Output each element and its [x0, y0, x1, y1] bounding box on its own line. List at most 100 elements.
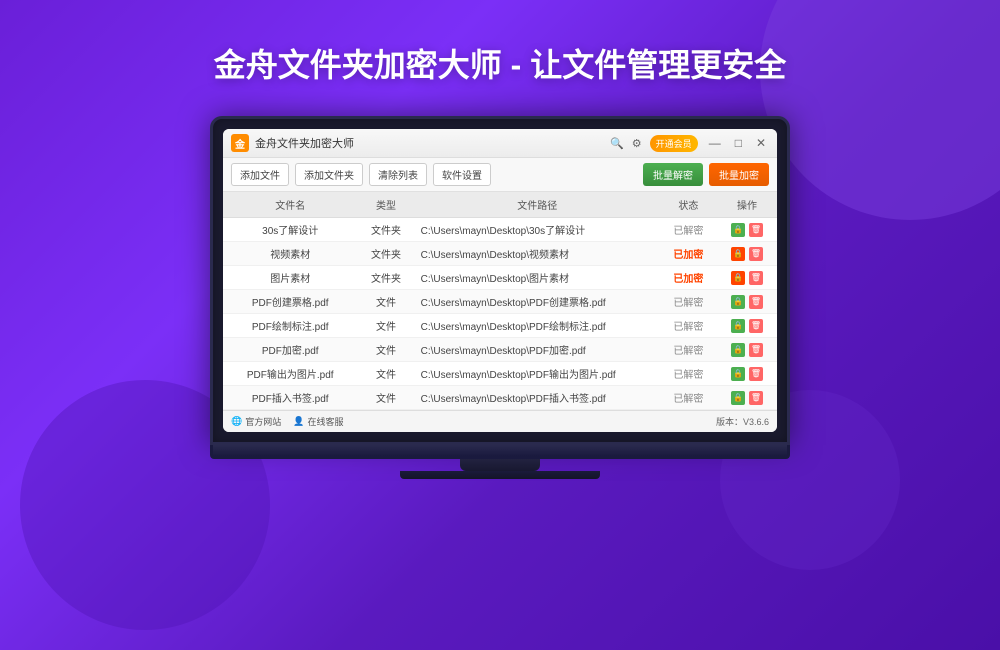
- table-row: PDF插入书签.pdf 文件 C:\Users\mayn\Desktop\PDF…: [223, 386, 777, 410]
- table-row: PDF创建票格.pdf 文件 C:\Users\mayn\Desktop\PDF…: [223, 290, 777, 314]
- toolbar: 添加文件 添加文件夹 清除列表 软件设置 批量解密 批量加密: [223, 158, 777, 192]
- row-path: C:\Users\mayn\Desktop\PDF插入书签.pdf: [415, 386, 660, 410]
- lock-action-icon[interactable]: 🔒: [731, 343, 745, 357]
- batch-encrypt-button[interactable]: 批量加密: [709, 163, 769, 186]
- maximize-button[interactable]: □: [732, 136, 745, 150]
- delete-action-icon[interactable]: 🗑: [749, 271, 763, 285]
- row-name: PDF创建票格.pdf: [223, 290, 357, 314]
- delete-action-icon[interactable]: 🗑: [749, 223, 763, 237]
- row-status: 已加密: [660, 242, 717, 266]
- delete-action-icon[interactable]: 🗑: [749, 295, 763, 309]
- row-path: C:\Users\mayn\Desktop\30s了解设计: [415, 218, 660, 242]
- row-name: PDF绘制标注.pdf: [223, 314, 357, 338]
- row-type: 文件: [357, 362, 414, 386]
- support-icon: 👤: [293, 416, 304, 427]
- col-type: 类型: [357, 192, 414, 218]
- row-path: C:\Users\mayn\Desktop\图片素材: [415, 266, 660, 290]
- row-actions: 🔒 🗑: [717, 338, 777, 362]
- col-action: 操作: [717, 192, 777, 218]
- title-bar-left: 金 金舟文件夹加密大师: [231, 134, 354, 152]
- table-row: PDF绘制标注.pdf 文件 C:\Users\mayn\Desktop\PDF…: [223, 314, 777, 338]
- vip-badge[interactable]: 开通会员: [650, 135, 698, 152]
- row-type: 文件夹: [357, 242, 414, 266]
- app-window: 金 金舟文件夹加密大师 🔍 ⚙ 开通会员 — □ ✕: [223, 129, 777, 432]
- row-type: 文件夹: [357, 266, 414, 290]
- settings-button[interactable]: 软件设置: [433, 163, 491, 186]
- row-status: 已解密: [660, 362, 717, 386]
- version-label: 版本：V3.6.6: [716, 415, 769, 428]
- laptop-foot: [400, 471, 600, 479]
- delete-action-icon[interactable]: 🗑: [749, 391, 763, 405]
- row-path: C:\Users\mayn\Desktop\PDF创建票格.pdf: [415, 290, 660, 314]
- row-type: 文件: [357, 338, 414, 362]
- row-status: 已解密: [660, 218, 717, 242]
- row-path: C:\Users\mayn\Desktop\PDF输出为图片.pdf: [415, 362, 660, 386]
- row-actions: 🔒 🗑: [717, 290, 777, 314]
- table-row: 图片素材 文件夹 C:\Users\mayn\Desktop\图片素材 已加密 …: [223, 266, 777, 290]
- col-name: 文件名: [223, 192, 357, 218]
- delete-action-icon[interactable]: 🗑: [749, 367, 763, 381]
- row-type: 文件: [357, 290, 414, 314]
- row-path: C:\Users\mayn\Desktop\PDF加密.pdf: [415, 338, 660, 362]
- row-actions: 🔒 🗑: [717, 266, 777, 290]
- row-name: 30s了解设计: [223, 218, 357, 242]
- search-icon: 🔍: [610, 137, 624, 150]
- row-name: PDF加密.pdf: [223, 338, 357, 362]
- lock-action-icon[interactable]: 🔒: [731, 319, 745, 333]
- table-row: 视频素材 文件夹 C:\Users\mayn\Desktop\视频素材 已加密 …: [223, 242, 777, 266]
- row-path: C:\Users\mayn\Desktop\视频素材: [415, 242, 660, 266]
- lock-action-icon[interactable]: 🔒: [731, 367, 745, 381]
- add-file-button[interactable]: 添加文件: [231, 163, 289, 186]
- laptop: 金 金舟文件夹加密大师 🔍 ⚙ 开通会员 — □ ✕: [210, 116, 790, 479]
- row-type: 文件: [357, 314, 414, 338]
- table-row: PDF加密.pdf 文件 C:\Users\mayn\Desktop\PDF加密…: [223, 338, 777, 362]
- row-path: C:\Users\mayn\Desktop\PDF绘制标注.pdf: [415, 314, 660, 338]
- table-row: 30s了解设计 文件夹 C:\Users\mayn\Desktop\30s了解设…: [223, 218, 777, 242]
- delete-action-icon[interactable]: 🗑: [749, 343, 763, 357]
- row-actions: 🔒 🗑: [717, 218, 777, 242]
- close-button[interactable]: ✕: [753, 136, 769, 150]
- lock-action-icon[interactable]: 🔒: [731, 247, 745, 261]
- app-icon: 金: [231, 134, 249, 152]
- lock-action-icon[interactable]: 🔒: [731, 271, 745, 285]
- website-label: 官方网站: [245, 415, 281, 428]
- row-actions: 🔒 🗑: [717, 242, 777, 266]
- row-name: PDF输出为图片.pdf: [223, 362, 357, 386]
- status-bar-left: 🌐 官方网站 👤 在线客服: [231, 415, 343, 428]
- status-bar: 🌐 官方网站 👤 在线客服 版本：V3.6.6: [223, 410, 777, 432]
- laptop-stand: [460, 459, 540, 471]
- laptop-screen: 金 金舟文件夹加密大师 🔍 ⚙ 开通会员 — □ ✕: [210, 116, 790, 445]
- settings-icon: ⚙: [632, 137, 642, 150]
- lock-action-icon[interactable]: 🔒: [731, 295, 745, 309]
- delete-action-icon[interactable]: 🗑: [749, 247, 763, 261]
- lock-action-icon[interactable]: 🔒: [731, 391, 745, 405]
- support-link[interactable]: 👤 在线客服: [293, 415, 343, 428]
- laptop-base: [210, 445, 790, 459]
- table-row: PDF输出为图片.pdf 文件 C:\Users\mayn\Desktop\PD…: [223, 362, 777, 386]
- row-status: 已解密: [660, 386, 717, 410]
- row-type: 文件: [357, 386, 414, 410]
- row-actions: 🔒 🗑: [717, 386, 777, 410]
- batch-decrypt-button[interactable]: 批量解密: [643, 163, 703, 186]
- col-path: 文件路径: [415, 192, 660, 218]
- title-bar: 金 金舟文件夹加密大师 🔍 ⚙ 开通会员 — □ ✕: [223, 129, 777, 158]
- row-actions: 🔒 🗑: [717, 314, 777, 338]
- row-status: 已解密: [660, 290, 717, 314]
- row-status: 已解密: [660, 338, 717, 362]
- add-folder-button[interactable]: 添加文件夹: [295, 163, 363, 186]
- title-bar-right: 🔍 ⚙ 开通会员 — □ ✕: [610, 135, 769, 152]
- row-status: 已加密: [660, 266, 717, 290]
- page-title: 金舟文件夹加密大师 - 让文件管理更安全: [0, 0, 1000, 116]
- file-table: 文件名 类型 文件路径 状态 操作 30s了解设计 文件夹 C:\Users\m…: [223, 192, 777, 410]
- website-link[interactable]: 🌐 官方网站: [231, 415, 281, 428]
- clear-list-button[interactable]: 清除列表: [369, 163, 427, 186]
- row-name: 图片素材: [223, 266, 357, 290]
- minimize-button[interactable]: —: [706, 136, 724, 150]
- website-icon: 🌐: [231, 416, 242, 427]
- delete-action-icon[interactable]: 🗑: [749, 319, 763, 333]
- row-name: 视频素材: [223, 242, 357, 266]
- col-status: 状态: [660, 192, 717, 218]
- support-label: 在线客服: [307, 415, 343, 428]
- table-body: 30s了解设计 文件夹 C:\Users\mayn\Desktop\30s了解设…: [223, 218, 777, 410]
- lock-action-icon[interactable]: 🔒: [731, 223, 745, 237]
